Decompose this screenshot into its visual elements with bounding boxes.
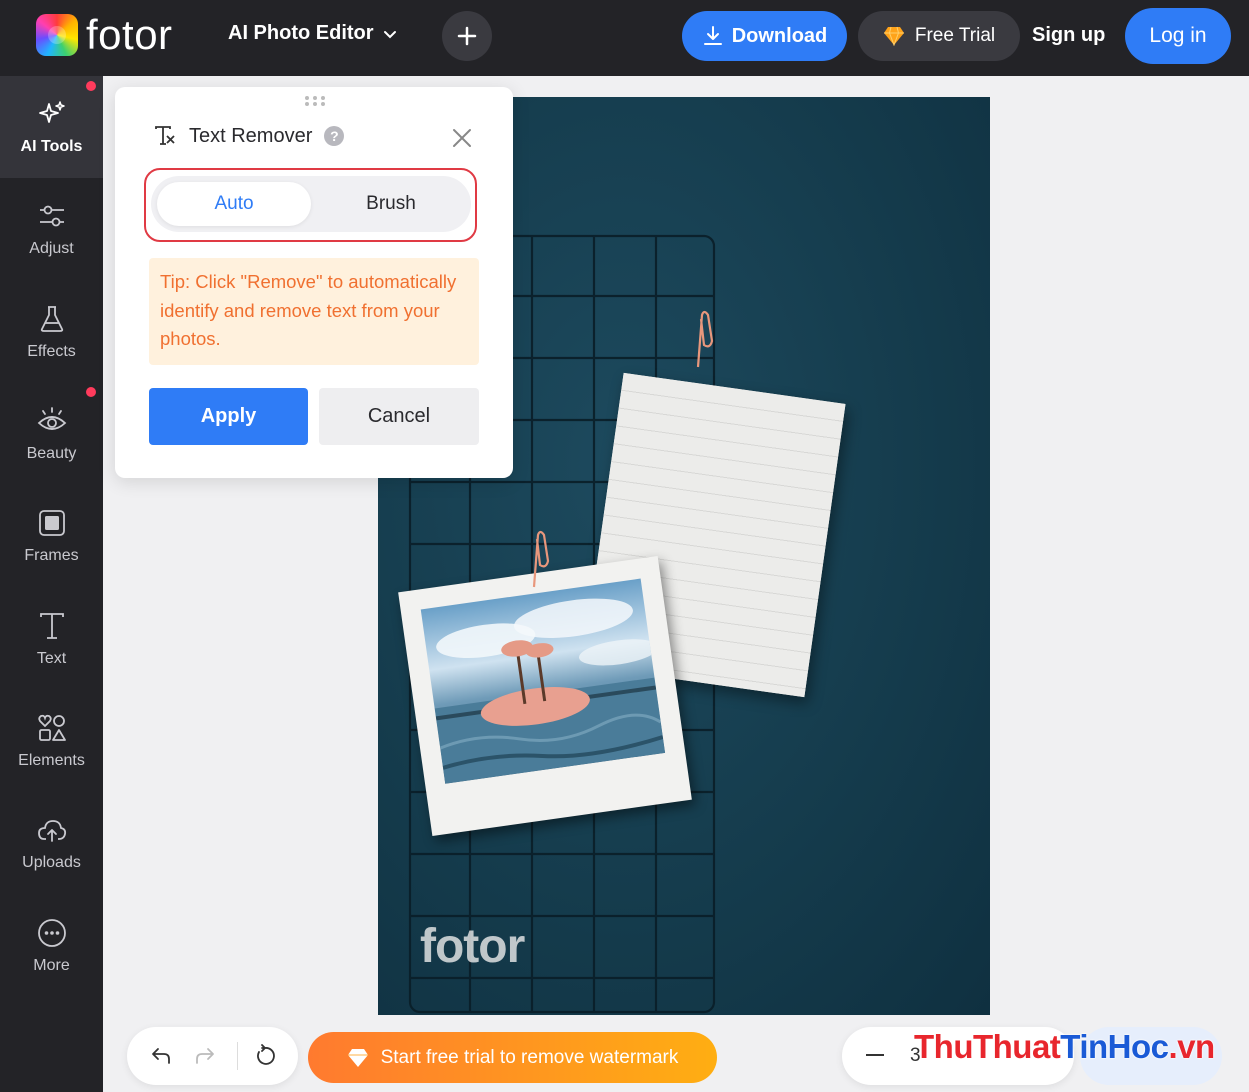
editor-menu[interactable]: AI Photo Editor	[228, 22, 398, 45]
sparkle-icon	[38, 101, 65, 123]
free-trial-button[interactable]: Free Trial	[858, 11, 1020, 61]
fotor-logo[interactable]: fotor	[36, 14, 173, 56]
sidebar-item-label: Elements	[18, 752, 85, 769]
site-watermark: ThuThuatTinHoc.vn	[914, 1028, 1215, 1066]
text-remover-icon	[155, 126, 175, 145]
help-icon[interactable]: ?	[324, 126, 345, 146]
free-trial-label: Free Trial	[914, 25, 996, 46]
new-project-button[interactable]	[442, 11, 492, 61]
download-button[interactable]: Download	[682, 11, 847, 61]
apply-button[interactable]: Apply	[149, 388, 308, 445]
download-label: Download	[731, 24, 828, 47]
sidebar: AI Tools Adjust Effects Beauty Frames Te…	[0, 76, 103, 1092]
redo-icon[interactable]	[193, 1044, 217, 1068]
sidebar-item-label: More	[33, 957, 70, 974]
canvas-watermark: fotor	[420, 920, 525, 973]
zoom-out-icon[interactable]	[866, 1054, 884, 1056]
paper-clip-icon	[532, 530, 550, 588]
remove-watermark-button[interactable]: Start free trial to remove watermark	[308, 1032, 717, 1083]
plus-icon	[457, 26, 477, 46]
eye-icon	[37, 407, 66, 430]
panel-header: Text Remover ?	[153, 124, 345, 148]
polaroid-photo	[398, 555, 692, 837]
sidebar-item-frames[interactable]: Frames	[0, 485, 103, 587]
tip-box: Tip: Click "Remove" to automatically ide…	[149, 258, 479, 365]
undo-icon[interactable]	[149, 1044, 173, 1068]
mode-toggle: Auto Brush	[151, 176, 471, 232]
sidebar-item-elements[interactable]: Elements	[0, 690, 103, 792]
sidebar-item-label: Beauty	[26, 445, 77, 462]
diamond-icon	[347, 1048, 368, 1067]
tab-auto[interactable]: Auto	[157, 182, 311, 226]
signup-link[interactable]: Sign up	[1032, 24, 1105, 47]
download-icon	[703, 26, 722, 45]
sidebar-item-adjust[interactable]: Adjust	[0, 178, 103, 280]
editor-menu-label: AI Photo Editor	[228, 22, 374, 44]
sidebar-item-label: Effects	[27, 343, 76, 360]
lake-palm-image	[420, 578, 666, 784]
divider	[237, 1042, 238, 1070]
sidebar-item-effects[interactable]: Effects	[0, 281, 103, 383]
cancel-button[interactable]: Cancel	[319, 388, 479, 445]
sidebar-item-more[interactable]: More	[0, 895, 103, 997]
sidebar-item-label: AI Tools	[20, 138, 83, 155]
sidebar-item-text[interactable]: Text	[0, 588, 103, 690]
logo-mark-icon	[36, 14, 78, 56]
sidebar-item-beauty[interactable]: Beauty	[0, 383, 103, 485]
login-button[interactable]: Log in	[1125, 8, 1231, 64]
text-remover-panel: Text Remover ? Auto Brush Tip: Click "Re…	[115, 87, 513, 478]
cloud-upload-icon	[37, 820, 66, 842]
sidebar-item-label: Uploads	[22, 854, 81, 871]
notification-dot	[86, 81, 96, 91]
site-mark-blue: TinHoc	[1060, 1028, 1169, 1065]
tab-brush[interactable]: Brush	[317, 182, 465, 226]
sidebar-item-ai-tools[interactable]: AI Tools	[0, 76, 103, 178]
site-mark-suffix: .vn	[1168, 1028, 1216, 1065]
sidebar-item-label: Text	[36, 650, 67, 667]
shapes-icon	[37, 714, 66, 741]
site-mark-red: ThuThuat	[914, 1028, 1061, 1065]
close-icon[interactable]	[451, 127, 473, 149]
top-bar: fotor AI Photo Editor Download Free Tria…	[0, 0, 1249, 76]
sliders-icon	[39, 205, 64, 227]
text-icon	[39, 613, 64, 639]
frame-icon	[38, 510, 65, 536]
chevron-down-icon	[383, 30, 396, 38]
sidebar-item-label: Adjust	[29, 240, 74, 257]
sidebar-item-uploads[interactable]: Uploads	[0, 792, 103, 894]
more-icon	[37, 919, 66, 947]
diamond-icon	[883, 26, 904, 46]
reset-icon[interactable]	[253, 1044, 277, 1068]
sidebar-item-label: Frames	[24, 547, 79, 564]
logo-text: fotor	[86, 11, 173, 58]
drag-handle-icon[interactable]	[304, 95, 326, 107]
panel-title: Text Remover	[189, 124, 313, 147]
history-toolbar	[127, 1027, 298, 1085]
flask-icon	[40, 306, 63, 332]
remove-watermark-label: Start free trial to remove watermark	[380, 1046, 679, 1068]
paper-clip-icon	[696, 310, 714, 368]
notification-dot	[86, 387, 96, 397]
